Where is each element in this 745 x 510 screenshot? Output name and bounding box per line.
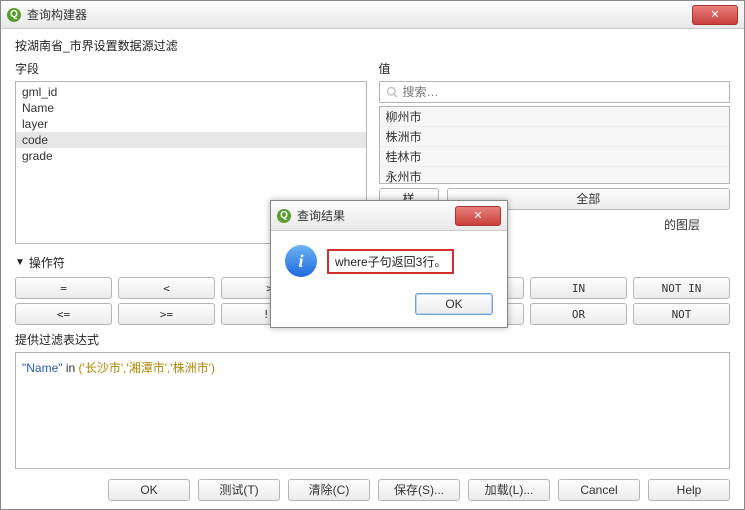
dialog-title: 查询结果 — [297, 207, 455, 224]
search-input[interactable] — [403, 85, 724, 99]
field-item[interactable]: gml_id — [16, 84, 366, 100]
expr-field: "Name" — [22, 361, 63, 375]
help-button[interactable]: Help — [648, 479, 730, 501]
field-item[interactable]: Name — [16, 100, 366, 116]
op-or[interactable]: OR — [530, 303, 627, 325]
field-item[interactable]: grade — [16, 148, 366, 164]
op-notin[interactable]: NOT IN — [633, 277, 730, 299]
op-eq[interactable]: = — [15, 277, 112, 299]
save-button[interactable]: 保存(S)... — [378, 479, 460, 501]
dialog-ok-button[interactable]: OK — [415, 293, 493, 315]
query-result-dialog: Q 查询结果 ✕ i where子句返回3行。 OK — [270, 200, 508, 328]
op-in[interactable]: IN — [530, 277, 627, 299]
clear-button[interactable]: 清除(C) — [288, 479, 370, 501]
collapse-arrow-icon: ▼ — [15, 257, 25, 268]
test-button[interactable]: 测试(T) — [198, 479, 280, 501]
op-not[interactable]: NOT — [633, 303, 730, 325]
values-header: 值 — [379, 60, 731, 77]
app-icon: Q — [7, 8, 21, 22]
ok-button[interactable]: OK — [108, 479, 190, 501]
dialog-button-row: OK — [285, 293, 493, 315]
value-item[interactable]: 株洲市 — [380, 127, 730, 147]
cancel-button[interactable]: Cancel — [558, 479, 640, 501]
op-ge[interactable]: >= — [118, 303, 215, 325]
instruction-text: 按湖南省_市界设置数据源过滤 — [15, 37, 730, 54]
info-icon: i — [285, 245, 317, 277]
dialog-message: where子句返回3行。 — [327, 249, 454, 274]
expr-string: ('长沙市','湘潭市','株洲市') — [79, 361, 215, 375]
fields-header: 字段 — [15, 60, 367, 77]
value-item[interactable]: 桂林市 — [380, 147, 730, 167]
dialog-app-icon: Q — [277, 209, 291, 223]
window-title: 查询构建器 — [27, 6, 692, 23]
dialog-close-button[interactable]: ✕ — [455, 206, 501, 226]
expression-header: 提供过滤表达式 — [15, 331, 730, 348]
field-item[interactable]: layer — [16, 116, 366, 132]
value-item[interactable]: 柳州市 — [380, 107, 730, 127]
value-item[interactable]: 永州市 — [380, 167, 730, 184]
op-le[interactable]: <= — [15, 303, 112, 325]
load-button[interactable]: 加载(L)... — [468, 479, 550, 501]
values-listbox[interactable]: 柳州市 株洲市 桂林市 永州市 — [379, 106, 731, 184]
dialog-titlebar[interactable]: Q 查询结果 ✕ — [271, 201, 507, 231]
operators-header: 操作符 — [29, 254, 65, 271]
expr-keyword: in — [63, 361, 79, 375]
search-icon — [386, 86, 398, 98]
search-wrap — [379, 81, 731, 103]
field-item[interactable]: code — [16, 132, 366, 148]
dialog-body: i where子句返回3行。 OK — [271, 231, 507, 327]
dialog-content-row: i where子句返回3行。 — [285, 245, 493, 277]
close-button[interactable]: ✕ — [692, 5, 738, 25]
main-titlebar[interactable]: Q 查询构建器 ✕ — [1, 1, 744, 29]
bottom-button-bar: OK 测试(T) 清除(C) 保存(S)... 加载(L)... Cancel … — [15, 479, 730, 501]
op-lt[interactable]: < — [118, 277, 215, 299]
expression-textarea[interactable]: "Name" in ('长沙市','湘潭市','株洲市') — [15, 352, 730, 469]
